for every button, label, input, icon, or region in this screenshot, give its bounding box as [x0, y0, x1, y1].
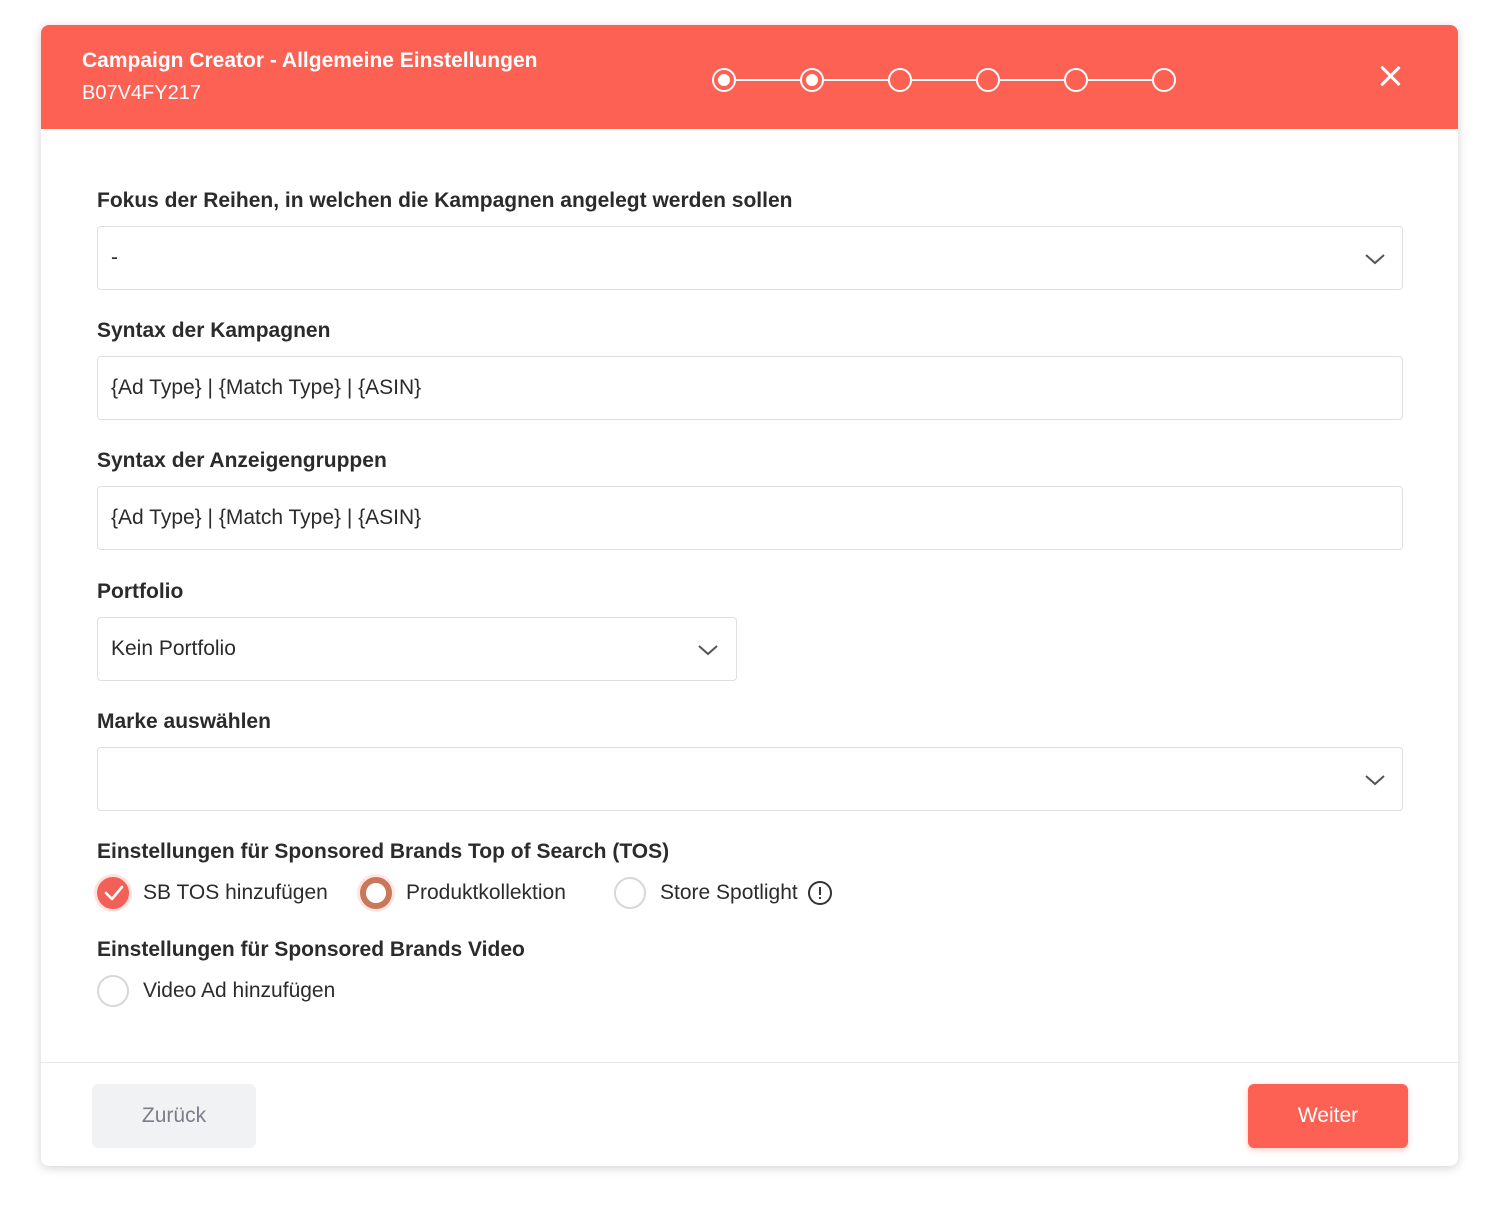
chevron-down-icon: [1365, 775, 1385, 786]
video-ad-add-label: Video Ad hinzufügen: [143, 979, 336, 1002]
step-1: [712, 68, 736, 92]
radio-selected-icon: [360, 877, 392, 909]
info-icon[interactable]: [807, 881, 832, 905]
adgroup-syntax-value: {Ad Type} | {Match Type} | {ASIN}: [111, 506, 422, 529]
step-4: [976, 68, 1000, 92]
step-connector: [912, 79, 976, 81]
modal-title: Campaign Creator - Allgemeine Einstellun…: [82, 49, 538, 72]
checkbox-checked-icon: [97, 877, 129, 909]
step-connector: [1088, 79, 1152, 81]
sb-tos-label: Einstellungen für Sponsored Brands Top o…: [97, 840, 670, 863]
sb-video-label: Einstellungen für Sponsored Brands Video: [97, 938, 525, 961]
step-connector: [824, 79, 888, 81]
radio-store-spotlight[interactable]: Store Spotlight: [614, 876, 832, 910]
sb-tos-options: SB TOS hinzufügen Produktkollektion Stor…: [97, 876, 997, 910]
checkbox-unchecked-icon: [97, 975, 129, 1007]
chevron-down-icon: [1365, 254, 1385, 265]
step-connector: [736, 79, 800, 81]
modal-subtitle-asin: B07V4FY217: [82, 82, 201, 104]
modal-header: Campaign Creator - Allgemeine Einstellun…: [41, 25, 1458, 129]
sb-tos-add-checkbox[interactable]: SB TOS hinzufügen: [97, 876, 328, 910]
radio-unselected-icon: [614, 877, 646, 909]
adgroup-syntax-label: Syntax der Anzeigengruppen: [97, 449, 387, 472]
sb-tos-add-label: SB TOS hinzufügen: [143, 881, 328, 904]
campaign-creator-modal: Campaign Creator - Allgemeine Einstellun…: [41, 25, 1458, 1166]
step-connector: [1000, 79, 1064, 81]
close-icon[interactable]: [1377, 63, 1403, 89]
brand-label: Marke auswählen: [97, 710, 271, 733]
sb-video-options: Video Ad hinzufügen: [97, 974, 497, 1008]
radio-produktkollektion[interactable]: Produktkollektion: [360, 876, 566, 910]
focus-select-value: -: [111, 246, 118, 269]
chevron-down-icon: [698, 645, 718, 656]
portfolio-select-value: Kein Portfolio: [111, 637, 236, 660]
portfolio-label: Portfolio: [97, 580, 184, 603]
campaign-syntax-input[interactable]: {Ad Type} | {Match Type} | {ASIN}: [97, 356, 1403, 420]
radio-store-spotlight-label: Store Spotlight: [660, 881, 798, 904]
step-6: [1152, 68, 1176, 92]
portfolio-select[interactable]: Kein Portfolio: [97, 617, 737, 681]
video-ad-add-checkbox[interactable]: Video Ad hinzufügen: [97, 974, 335, 1008]
campaign-syntax-value: {Ad Type} | {Match Type} | {ASIN}: [111, 376, 422, 399]
adgroup-syntax-input[interactable]: {Ad Type} | {Match Type} | {ASIN}: [97, 486, 1403, 550]
step-3: [888, 68, 912, 92]
campaign-syntax-label: Syntax der Kampagnen: [97, 319, 331, 342]
focus-select[interactable]: -: [97, 226, 1403, 290]
step-5: [1064, 68, 1088, 92]
focus-label: Fokus der Reihen, in welchen die Kampagn…: [97, 189, 793, 212]
next-button[interactable]: Weiter: [1248, 1084, 1408, 1148]
footer-divider: [41, 1062, 1458, 1063]
step-progress: [712, 68, 1176, 92]
back-button[interactable]: Zurück: [92, 1084, 256, 1148]
step-2: [800, 68, 824, 92]
radio-produktkollektion-label: Produktkollektion: [406, 881, 566, 904]
brand-select[interactable]: [97, 747, 1403, 811]
